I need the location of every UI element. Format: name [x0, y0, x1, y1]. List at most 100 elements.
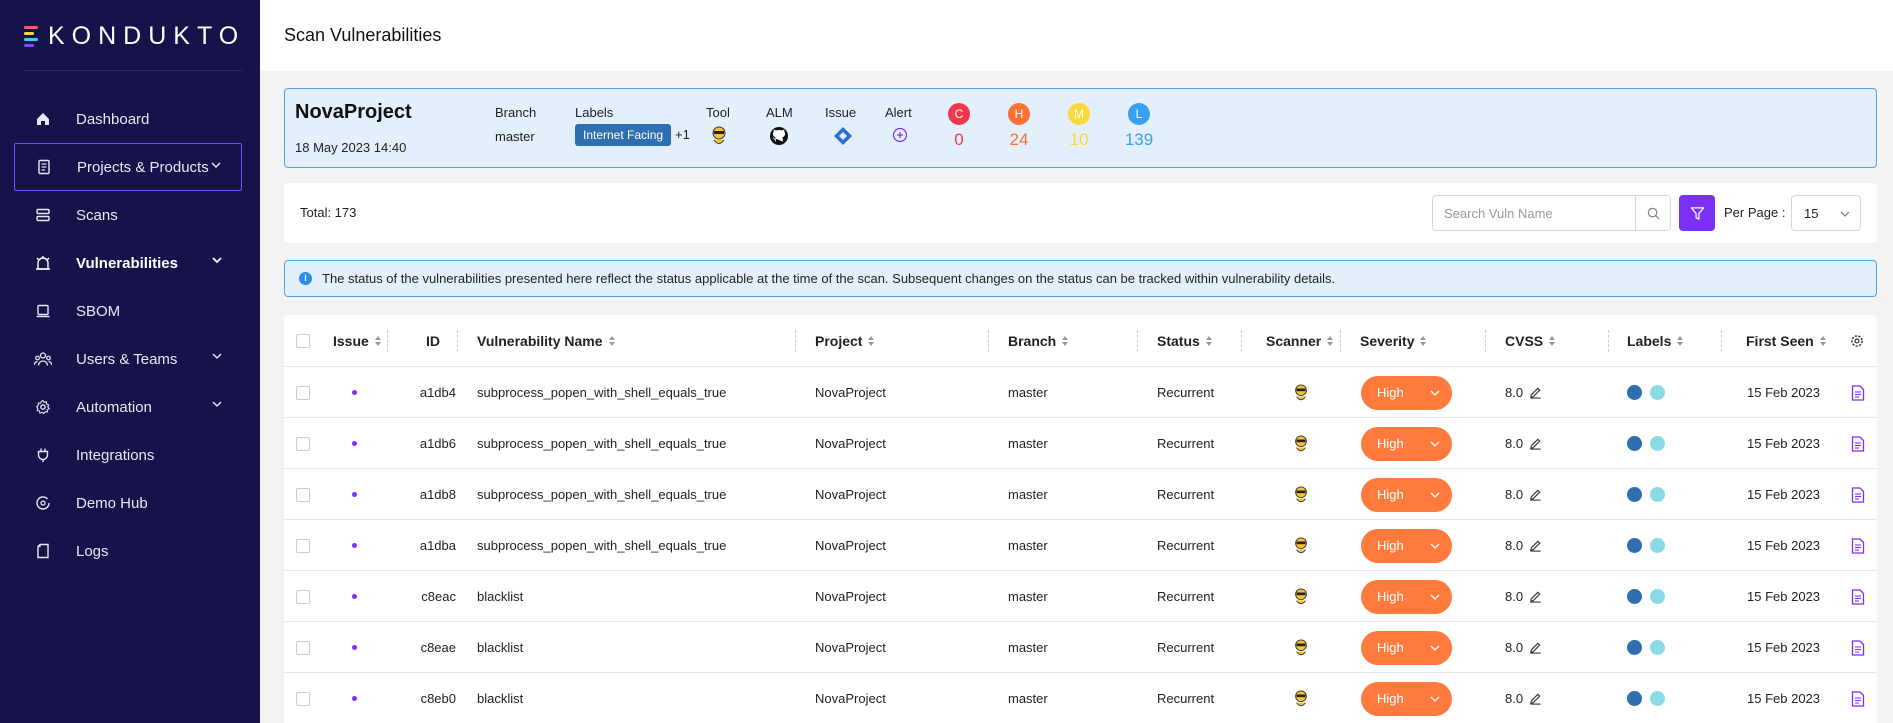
sidebar-item-projects-products[interactable]: Projects & Products — [14, 143, 242, 191]
sidebar-item-vulnerabilities[interactable]: Vulnerabilities — [14, 239, 242, 287]
severity-dropdown[interactable]: High — [1361, 571, 1452, 622]
project-name[interactable]: NovaProject — [295, 101, 412, 124]
severity-dropdown[interactable]: High — [1361, 367, 1452, 418]
details-button[interactable] — [1851, 418, 1865, 469]
select-all-checkbox[interactable] — [296, 315, 310, 366]
column-header-branch[interactable]: Branch — [1008, 315, 1069, 366]
edit-icon[interactable] — [1529, 386, 1542, 399]
row-checkbox[interactable] — [296, 418, 310, 469]
table-row[interactable]: a1db4 subprocess_popen_with_shell_equals_… — [284, 367, 1877, 418]
chevron-down-icon — [212, 353, 222, 359]
severity-dropdown[interactable]: High — [1361, 418, 1452, 469]
table-row[interactable]: a1db8 subprocess_popen_with_shell_equals_… — [284, 469, 1877, 520]
severity-dropdown[interactable]: High — [1361, 622, 1452, 673]
issue-indicator — [352, 469, 357, 520]
sidebar-item-scans[interactable]: Scans — [14, 191, 242, 239]
table-row[interactable]: a1dba subprocess_popen_with_shell_equals_… — [284, 520, 1877, 571]
filter-button[interactable] — [1679, 195, 1715, 231]
row-checkbox[interactable] — [296, 367, 310, 418]
sidebar-item-demo-hub[interactable]: Demo Hub — [14, 479, 242, 527]
per-page-select[interactable]: 15 — [1791, 195, 1861, 231]
details-button[interactable] — [1851, 673, 1865, 723]
sidebar-item-dashboard[interactable]: Dashboard — [14, 95, 242, 143]
column-header-status[interactable]: Status — [1157, 315, 1212, 366]
column-header-first-seen[interactable]: First Seen — [1746, 315, 1826, 366]
vuln-project: NovaProject — [815, 385, 886, 400]
vuln-name[interactable]: blacklist — [477, 622, 523, 673]
label-dots[interactable] — [1627, 469, 1673, 520]
severity-dropdown[interactable]: High — [1361, 520, 1452, 571]
table-row[interactable]: a1db6 subprocess_popen_with_shell_equals_… — [284, 418, 1877, 469]
label-dots[interactable] — [1627, 622, 1673, 673]
search-button[interactable] — [1635, 196, 1670, 230]
label-dots[interactable] — [1627, 520, 1673, 571]
details-button[interactable] — [1851, 367, 1865, 418]
label-dots[interactable] — [1627, 571, 1673, 622]
edit-icon[interactable] — [1529, 488, 1542, 501]
vuln-name[interactable]: blacklist — [477, 571, 523, 622]
sidebar-item-integrations[interactable]: Integrations — [14, 431, 242, 479]
details-button[interactable] — [1851, 622, 1865, 673]
column-separator — [1137, 330, 1138, 352]
severity-high[interactable]: H 24 — [1007, 103, 1031, 150]
vuln-name[interactable]: subprocess_popen_with_shell_equals_true — [477, 469, 726, 520]
row-checkbox[interactable] — [296, 622, 310, 673]
edit-icon[interactable] — [1529, 641, 1542, 654]
details-button[interactable] — [1851, 520, 1865, 571]
bandit-icon — [1292, 673, 1310, 723]
label-dots[interactable] — [1627, 367, 1673, 418]
label-dots[interactable] — [1627, 418, 1673, 469]
sidebar-item-label: Scans — [76, 206, 118, 224]
add-alert-icon[interactable] — [892, 127, 908, 146]
table-row[interactable]: c8eb0 blacklist NovaProject master Recurrent… — [284, 673, 1877, 723]
row-checkbox[interactable] — [296, 673, 310, 723]
column-header-project[interactable]: Project — [815, 315, 875, 366]
table-row[interactable]: c8eae blacklist NovaProject master Recurrent… — [284, 622, 1877, 673]
column-settings-button[interactable] — [1850, 315, 1864, 366]
vuln-name[interactable]: subprocess_popen_with_shell_equals_true — [477, 520, 726, 571]
column-separator — [795, 330, 796, 352]
edit-icon[interactable] — [1529, 590, 1542, 603]
vuln-name[interactable]: subprocess_popen_with_shell_equals_true — [477, 418, 726, 469]
brand-logo[interactable]: KONDUKTO — [24, 22, 245, 51]
vuln-name[interactable]: subprocess_popen_with_shell_equals_true — [477, 367, 726, 418]
row-checkbox[interactable] — [296, 469, 310, 520]
column-header-name[interactable]: Vulnerability Name — [477, 315, 615, 366]
bandit-icon — [709, 125, 729, 150]
label-dots[interactable] — [1627, 673, 1673, 723]
severity-critical[interactable]: C 0 — [947, 103, 971, 150]
row-checkbox[interactable] — [296, 520, 310, 571]
more-labels[interactable]: +1 — [675, 127, 690, 142]
sidebar-item-automation[interactable]: Automation — [14, 383, 242, 431]
sidebar-item-label: Demo Hub — [76, 494, 148, 512]
label-chip[interactable]: Internet Facing — [575, 124, 672, 146]
vuln-status: Recurrent — [1157, 640, 1215, 655]
table-row[interactable]: c8eac blacklist NovaProject master Recurrent… — [284, 571, 1877, 622]
details-button[interactable] — [1851, 571, 1865, 622]
severity-dropdown[interactable]: High — [1361, 469, 1452, 520]
github-icon[interactable] — [769, 126, 789, 149]
severity-dropdown[interactable]: High — [1361, 673, 1452, 723]
low-count: 139 — [1124, 130, 1154, 149]
issue-indicator — [352, 673, 357, 723]
sidebar-item-logs[interactable]: Logs — [14, 527, 242, 575]
edit-icon[interactable] — [1529, 539, 1542, 552]
severity-low[interactable]: L 139 — [1125, 103, 1153, 150]
search-input[interactable] — [1433, 196, 1635, 230]
edit-icon[interactable] — [1529, 692, 1542, 705]
vuln-project: NovaProject — [815, 436, 886, 451]
row-checkbox[interactable] — [296, 571, 310, 622]
severity-medium[interactable]: M 10 — [1067, 103, 1091, 150]
sidebar-item-sbom[interactable]: SBOM — [14, 287, 242, 335]
column-header-labels[interactable]: Labels — [1627, 315, 1684, 366]
column-header-id[interactable]: ID — [426, 315, 440, 366]
column-header-severity[interactable]: Severity — [1360, 315, 1427, 366]
details-button[interactable] — [1851, 469, 1865, 520]
jira-icon[interactable] — [833, 126, 853, 149]
column-header-scanner[interactable]: Scanner — [1266, 315, 1334, 366]
vuln-name[interactable]: blacklist — [477, 673, 523, 723]
sidebar-item-users-teams[interactable]: Users & Teams — [14, 335, 242, 383]
edit-icon[interactable] — [1529, 437, 1542, 450]
column-header-issue[interactable]: Issue — [333, 315, 381, 366]
column-header-cvss[interactable]: CVSS — [1505, 315, 1556, 366]
